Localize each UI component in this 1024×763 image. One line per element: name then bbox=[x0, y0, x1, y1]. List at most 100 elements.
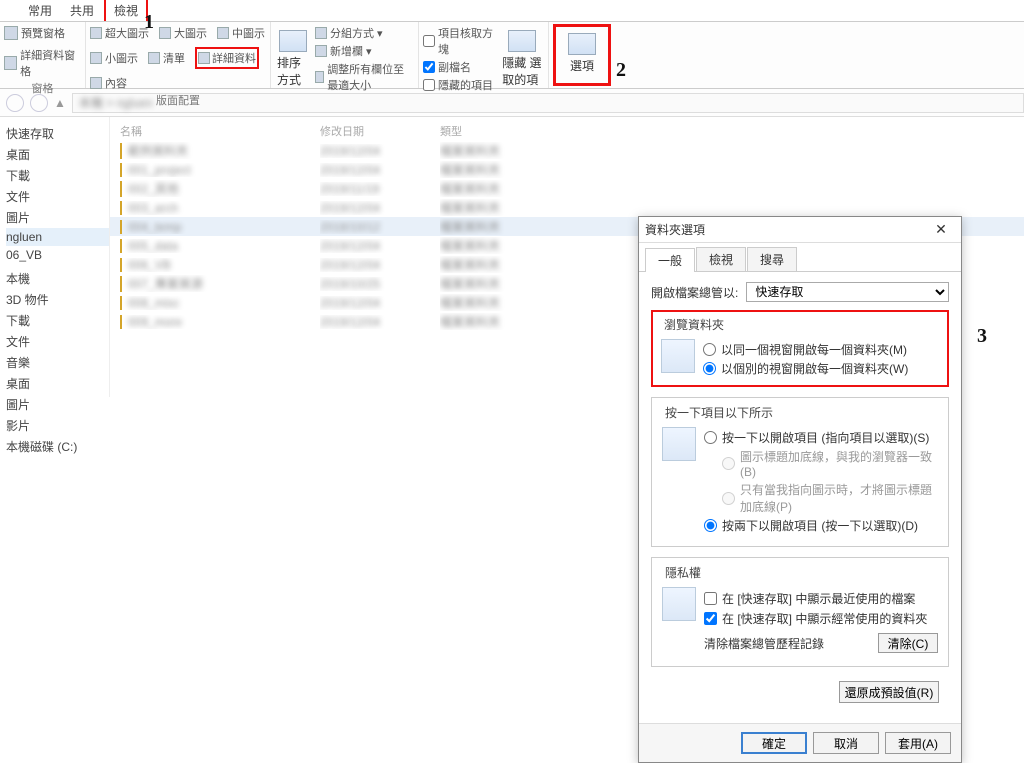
nav-item[interactable]: 快速存取 bbox=[6, 123, 109, 144]
ok-button[interactable]: 確定 bbox=[741, 732, 807, 754]
click-legend: 按一下項目以下所示 bbox=[662, 404, 776, 421]
click-items-group: 按一下項目以下所示 按一下以開啟項目 (指向項目以選取)(S) 圖示標題加底線，… bbox=[651, 397, 949, 547]
group-by[interactable]: 分組方式 ▾ bbox=[315, 25, 414, 41]
table-row[interactable]: 001_project2019/12/04檔案資料夾 bbox=[110, 160, 1024, 179]
nav-item[interactable]: 本機 bbox=[6, 268, 109, 289]
dlg-tab-general[interactable]: 一般 bbox=[645, 248, 695, 272]
tab-share[interactable]: 共用 bbox=[62, 0, 102, 21]
preview-pane-btn[interactable]: 預覽窗格 bbox=[4, 25, 81, 41]
dlg-tab-search[interactable]: 搜尋 bbox=[747, 247, 797, 271]
nav-item[interactable]: 桌面 bbox=[6, 373, 109, 394]
autosize-cols[interactable]: 調整所有欄位至最適大小 bbox=[315, 61, 414, 93]
nav-item[interactable]: 06_VB bbox=[6, 246, 109, 264]
radio-same-window[interactable]: 以同一個視窗開啟每一個資料夾(M) bbox=[703, 341, 908, 358]
open-with-select[interactable]: 快速存取 bbox=[746, 282, 949, 302]
layout-xl[interactable]: 超大圖示 bbox=[90, 25, 149, 41]
cancel-button[interactable]: 取消 bbox=[813, 732, 879, 754]
privacy-icon bbox=[662, 587, 696, 621]
layout-large[interactable]: 大圖示 bbox=[159, 25, 207, 41]
ribbon: 預覽窗格 詳細資料窗格 窗格 超大圖示 大圖示 中圖示 小圖示 清單 詳細資料 … bbox=[0, 22, 1024, 89]
nav-pane: 快速存取桌面下載文件圖片ngluen06_VB本機3D 物件下載文件音樂桌面圖片… bbox=[0, 117, 110, 397]
tab-view[interactable]: 檢視 bbox=[104, 0, 148, 21]
nav-item[interactable]: 文件 bbox=[6, 186, 109, 207]
group-options: 選項 bbox=[549, 22, 615, 88]
col-type[interactable]: 類型 bbox=[440, 123, 540, 139]
folder-icon bbox=[120, 163, 122, 177]
radio-underline-point: 只有當我指向圖示時，才將圖示標題加底線(P) bbox=[704, 481, 938, 515]
nav-item[interactable]: 文件 bbox=[6, 331, 109, 352]
sort-button[interactable]: 排序方式 bbox=[275, 24, 311, 94]
options-icon bbox=[568, 33, 596, 55]
up-button[interactable]: ▲ bbox=[54, 96, 66, 110]
apply-button[interactable]: 套用(A) bbox=[885, 732, 951, 754]
folder-icon bbox=[661, 339, 695, 373]
fwd-button[interactable] bbox=[30, 94, 48, 112]
table-row[interactable]: 003_arch2019/12/04檔案資料夾 bbox=[110, 198, 1024, 217]
hide-selected[interactable]: 隱藏 選取的項 bbox=[500, 24, 544, 94]
chk-frequent-folders[interactable]: 在 [快速存取] 中顯示經常使用的資料夾 bbox=[704, 610, 938, 627]
dialog-titlebar: 資料夾選項 ✕ bbox=[639, 217, 961, 243]
browse-folders-group: 瀏覽資料夾 以同一個視窗開啟每一個資料夾(M) 以個別的視窗開啟每一個資料夾(W… bbox=[651, 310, 949, 387]
details-pane-btn[interactable]: 詳細資料窗格 bbox=[4, 47, 81, 79]
nav-item[interactable]: 下載 bbox=[6, 310, 109, 331]
folder-icon bbox=[120, 201, 122, 215]
dialog-tabs: 一般 檢視 搜尋 bbox=[639, 243, 961, 272]
folder-icon bbox=[120, 276, 122, 292]
restore-defaults-button[interactable]: 還原成預設值(R) bbox=[839, 681, 939, 703]
folder-icon bbox=[120, 315, 122, 329]
privacy-group: 隱私權 在 [快速存取] 中顯示最近使用的檔案 在 [快速存取] 中顯示經常使用… bbox=[651, 557, 949, 667]
group-currentview: 排序方式 分組方式 ▾ 新增欄 ▾ 調整所有欄位至最適大小 目前檢視 bbox=[271, 22, 419, 88]
col-name[interactable]: 名稱 bbox=[120, 123, 320, 139]
nav-item[interactable]: 3D 物件 bbox=[6, 289, 109, 310]
layout-details[interactable]: 詳細資料 bbox=[195, 47, 259, 69]
folder-icon bbox=[120, 239, 122, 253]
close-icon[interactable]: ✕ bbox=[927, 221, 955, 238]
group-panes: 預覽窗格 詳細資料窗格 窗格 bbox=[0, 22, 86, 88]
nav-item[interactable]: 影片 bbox=[6, 415, 109, 436]
group-layout-label: 版面配置 bbox=[90, 92, 266, 108]
dialog-body: 開啟檔案總管以: 快速存取 瀏覽資料夾 以同一個視窗開啟每一個資料夾(M) 以個… bbox=[639, 272, 961, 723]
back-button[interactable] bbox=[6, 94, 24, 112]
folder-options-dialog: 資料夾選項 ✕ 一般 檢視 搜尋 開啟檔案總管以: 快速存取 瀏覽資料夾 以同一… bbox=[638, 216, 962, 763]
group-showhide: 項目核取方塊 副檔名 隱藏的項目 隱藏 選取的項 顯示/隱藏 bbox=[419, 22, 549, 88]
clear-history-label: 清除檔案總管歷程記錄 bbox=[704, 635, 824, 652]
chk-extensions[interactable]: 副檔名 bbox=[423, 59, 496, 75]
tab-home[interactable]: 常用 bbox=[20, 0, 60, 21]
dialog-buttons: 確定 取消 套用(A) bbox=[639, 723, 961, 762]
radio-underline-browser: 圖示標題加底線，與我的瀏覽器一致(B) bbox=[704, 448, 938, 479]
browse-legend: 瀏覽資料夾 bbox=[661, 316, 727, 333]
options-button[interactable]: 選項 bbox=[558, 29, 606, 78]
table-row[interactable]: 範例資料夾2019/12/04檔案資料夾 bbox=[110, 141, 1024, 160]
folder-icon bbox=[120, 220, 122, 234]
radio-separate-window[interactable]: 以個別的視窗開啟每一個資料夾(W) bbox=[703, 360, 908, 377]
col-date[interactable]: 修改日期 bbox=[320, 123, 440, 139]
dlg-tab-view[interactable]: 檢視 bbox=[696, 247, 746, 271]
table-row[interactable]: 002_其他2019/11/19檔案資料夾 bbox=[110, 179, 1024, 198]
folder-icon bbox=[120, 296, 122, 310]
annotation-3: 3 bbox=[977, 326, 987, 346]
add-columns[interactable]: 新增欄 ▾ bbox=[315, 43, 414, 59]
chk-itemcheckboxes[interactable]: 項目核取方塊 bbox=[423, 25, 496, 57]
layout-content[interactable]: 內容 bbox=[90, 75, 266, 91]
nav-item[interactable]: 本機磁碟 (C:) bbox=[6, 436, 109, 457]
clear-button[interactable]: 清除(C) bbox=[878, 633, 938, 653]
radio-double-click[interactable]: 按兩下以開啟項目 (按一下以選取)(D) bbox=[704, 517, 938, 534]
dialog-title: 資料夾選項 bbox=[645, 221, 927, 238]
nav-item[interactable]: 圖片 bbox=[6, 394, 109, 415]
layout-medium[interactable]: 中圖示 bbox=[217, 25, 265, 41]
layout-list[interactable]: 清單 bbox=[148, 47, 185, 69]
folder-icon bbox=[120, 181, 122, 197]
open-with-label: 開啟檔案總管以: bbox=[651, 284, 738, 301]
nav-item[interactable]: 圖片 bbox=[6, 207, 109, 228]
chk-hidden[interactable]: 隱藏的項目 bbox=[423, 77, 496, 93]
nav-item[interactable]: 音樂 bbox=[6, 352, 109, 373]
chk-recent-files[interactable]: 在 [快速存取] 中顯示最近使用的檔案 bbox=[704, 590, 938, 607]
privacy-legend: 隱私權 bbox=[662, 564, 704, 581]
radio-single-click[interactable]: 按一下以開啟項目 (指向項目以選取)(S) bbox=[704, 429, 938, 446]
nav-item[interactable]: ngluen bbox=[6, 228, 109, 246]
layout-small[interactable]: 小圖示 bbox=[90, 47, 138, 69]
nav-item[interactable]: 桌面 bbox=[6, 144, 109, 165]
annotation-2: 2 bbox=[616, 60, 626, 80]
nav-item[interactable]: 下載 bbox=[6, 165, 109, 186]
group-layout: 超大圖示 大圖示 中圖示 小圖示 清單 詳細資料 內容 版面配置 bbox=[86, 22, 271, 88]
